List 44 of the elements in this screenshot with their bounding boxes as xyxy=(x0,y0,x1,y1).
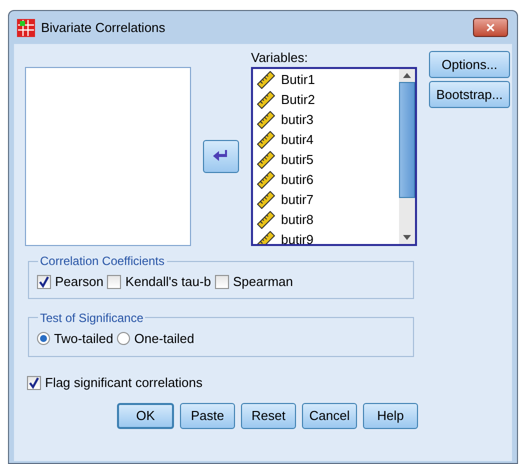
option-label: Pearson xyxy=(55,273,104,291)
variables-list[interactable]: Butir1 Butir2 butir3 butir4 butir5 butir6 butir7 butir8 butir9 xyxy=(251,67,417,246)
radio-button[interactable] xyxy=(37,332,50,345)
variable-item[interactable]: butir3 xyxy=(281,112,314,128)
group-title: Correlation Coefficients xyxy=(39,253,166,270)
move-button[interactable] xyxy=(203,140,239,173)
up-arrow-icon xyxy=(403,73,411,78)
source-variable-list[interactable] xyxy=(25,67,191,246)
variable-item[interactable]: butir8 xyxy=(281,212,314,228)
dialog-button[interactable]: Cancel xyxy=(302,402,357,428)
side-button[interactable]: Options... xyxy=(429,51,510,78)
variable-item[interactable]: Butir2 xyxy=(281,92,315,108)
checkbox[interactable] xyxy=(215,274,230,289)
dialog-button[interactable]: Paste xyxy=(180,402,235,428)
flag-label: Flag significant correlations xyxy=(45,374,203,392)
dialog-button[interactable]: Reset xyxy=(241,402,296,428)
dialog-button[interactable]: Help xyxy=(363,402,418,428)
checkbox[interactable] xyxy=(37,274,51,289)
scroll-thumb[interactable] xyxy=(399,82,415,198)
grid-app-icon xyxy=(17,18,35,36)
dialog-button[interactable]: OK xyxy=(117,402,174,428)
down-arrow-icon xyxy=(403,235,411,240)
group-title: Test of Significance xyxy=(39,310,144,326)
option-label: Two-tailed xyxy=(54,330,114,348)
option-label: Spearman xyxy=(233,273,293,291)
window-title: Bivariate Correlations xyxy=(41,18,166,37)
variable-item[interactable]: butir7 xyxy=(281,192,314,208)
checkbox[interactable] xyxy=(107,274,122,289)
option-label: One-tailed xyxy=(134,330,194,348)
variable-item[interactable]: butir9 xyxy=(281,232,314,244)
variable-item[interactable]: butir5 xyxy=(281,152,314,168)
checkmark-icon xyxy=(38,276,50,288)
arrow-icon xyxy=(213,150,229,164)
option-label: Kendall's tau-b xyxy=(125,273,212,291)
variable-item[interactable]: butir4 xyxy=(281,132,314,148)
radio-button[interactable] xyxy=(117,332,130,345)
scrollbar[interactable] xyxy=(399,69,415,244)
checkbox[interactable] xyxy=(27,376,41,390)
checkmark-icon xyxy=(28,376,40,389)
variable-item[interactable]: Butir1 xyxy=(281,72,315,88)
variables-label: Variables: xyxy=(251,49,309,67)
side-button[interactable]: Bootstrap... xyxy=(429,81,510,108)
variable-item[interactable]: butir6 xyxy=(281,172,314,188)
ruler-icon xyxy=(257,231,275,244)
